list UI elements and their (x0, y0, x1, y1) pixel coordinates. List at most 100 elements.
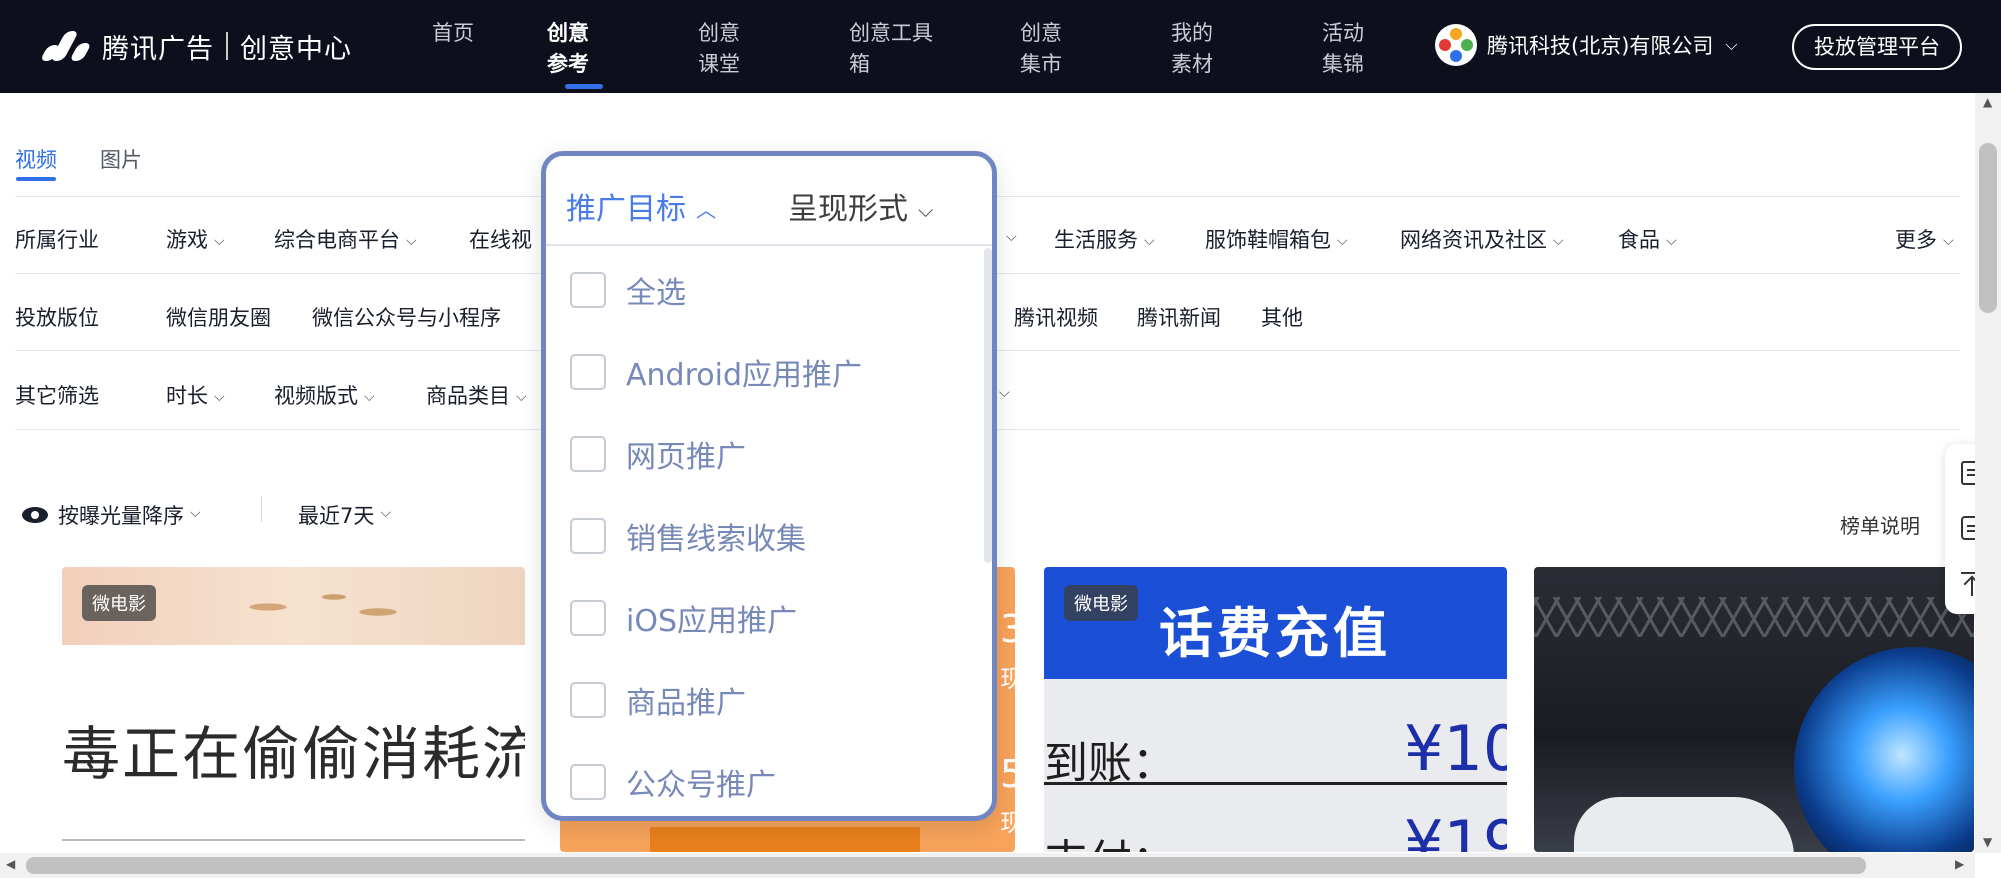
filter-product-category[interactable]: 商品类目 ⌵ (426, 380, 527, 410)
horizontal-scrollbar[interactable]: ◀ ▶ (0, 853, 1975, 878)
org-switcher[interactable]: 腾讯科技(北京)有限公司 ⌵ (1435, 24, 1738, 66)
option-sales-leads[interactable]: 销售线索收集 (570, 514, 806, 558)
nav-my-assets[interactable]: 我的素材 (1171, 18, 1233, 80)
option-official-account[interactable]: 公众号推广 (570, 760, 776, 804)
tab-label: 推广目标 (566, 192, 686, 227)
tab-presentation-form[interactable]: 呈现形式 ⌵ (788, 184, 933, 228)
option-android-app[interactable]: Android应用推广 (570, 350, 862, 394)
filter-online-video[interactable]: 在线视 (469, 224, 532, 254)
chevron-up-icon: ︿ (696, 198, 716, 222)
card-price: ¥19 (1404, 807, 1507, 852)
filter-apparel[interactable]: 服饰鞋帽箱包 ⌵ (1205, 224, 1348, 254)
logo-mark-icon (36, 29, 94, 63)
chevron-down-icon: ⌵ (1943, 233, 1954, 249)
brand-name: 腾讯广告 (102, 33, 214, 65)
creative-card[interactable]: 微电影 毒正在偷偷消耗流量 (62, 567, 525, 852)
dropdown-scrollbar[interactable] (984, 248, 992, 563)
option-select-all[interactable]: 全选 (570, 268, 686, 312)
date-range-label: 最近7天 (298, 504, 375, 528)
sort-order-dropdown[interactable]: 按曝光量降序 ⌵ (22, 500, 201, 530)
creative-card[interactable] (1534, 567, 1974, 852)
nav-home[interactable]: 首页 (432, 18, 494, 49)
nav-creative-market[interactable]: 创意集市 (1020, 18, 1082, 80)
scrollbar-thumb[interactable] (1979, 143, 1997, 313)
filter-life-services[interactable]: 生活服务 ⌵ (1054, 224, 1155, 254)
filter-wechat-official[interactable]: 微信公众号与小程序 (312, 302, 501, 332)
chevron-down-icon: ⌵ (1337, 233, 1348, 249)
checkbox[interactable] (570, 764, 606, 800)
chevron-down-icon: ⌵ (1725, 35, 1738, 54)
option-label: 网页推广 (626, 440, 746, 475)
checkbox[interactable] (570, 272, 606, 308)
option-web-page[interactable]: 网页推广 (570, 432, 746, 476)
card-thumbnail (1534, 597, 1974, 637)
chevron-down-icon: ⌵ (214, 233, 225, 249)
ranking-info-link[interactable]: 榜单说明 (1840, 510, 1920, 539)
checkbox[interactable] (570, 436, 606, 472)
scroll-right-icon[interactable]: ▶ (1955, 857, 1964, 871)
checkbox[interactable] (570, 354, 606, 390)
chevron-down-icon: ⌵ (214, 389, 225, 405)
nav-creative-toolbox[interactable]: 创意工具箱 (849, 18, 945, 80)
filter-tencent-video[interactable]: 腾讯视频 (1014, 302, 1098, 332)
option-product[interactable]: 商品推广 (570, 678, 746, 722)
date-range-dropdown[interactable]: 最近7天 ⌵ (298, 500, 391, 530)
card-badge: 微电影 (82, 585, 156, 621)
scroll-down-icon[interactable]: ▼ (1983, 835, 1992, 849)
card-side-text: 3 (1000, 607, 1015, 651)
filter-video-format[interactable]: 视频版式 ⌵ (274, 380, 375, 410)
filter-other-placement[interactable]: 其他 (1261, 302, 1303, 332)
nav-creative-reference[interactable]: 创意参考 (547, 18, 609, 80)
checkbox[interactable] (570, 682, 606, 718)
tab-active-indicator (16, 177, 56, 181)
option-label: 商品推广 (626, 686, 746, 721)
chevron-down-icon: ⌵ (1006, 229, 1017, 245)
filter-label: 生活服务 (1054, 228, 1138, 252)
filter-label: 综合电商平台 (274, 228, 400, 252)
filter-food[interactable]: 食品 ⌵ (1618, 224, 1677, 254)
filter-games[interactable]: 游戏 ⌵ (166, 224, 225, 254)
option-label: 销售线索收集 (626, 522, 806, 557)
chevron-down-icon: ⌵ (406, 233, 417, 249)
option-ios-app[interactable]: iOS应用推广 (570, 596, 797, 640)
filter-label: 商品类目 (426, 384, 510, 408)
filter-dropdown-panel: 推广目标 ︿ 呈现形式 ⌵ 全选 Android应用推广 网页推广 销售线索收集 i… (541, 151, 997, 821)
scroll-up-icon[interactable]: ▲ (1983, 95, 1992, 109)
creative-card[interactable]: 话费充值 微电影 到账： ¥10 支付： ¥19 (1044, 567, 1507, 852)
other-filter-label: 其它筛选 (15, 384, 99, 408)
tab-promotion-goal[interactable]: 推广目标 ︿ (566, 184, 716, 228)
scrollbar-thumb[interactable] (26, 857, 1866, 874)
filter-news-community[interactable]: 网络资讯及社区 ⌵ (1400, 224, 1564, 254)
tab-image[interactable]: 图片 (100, 144, 142, 174)
nav-creative-classroom[interactable]: 创意课堂 (698, 18, 760, 80)
org-avatar (1435, 24, 1477, 66)
filter-wechat-moments[interactable]: 微信朋友圈 (166, 302, 271, 332)
filter-more[interactable]: 更多 ⌵ (1895, 224, 1954, 254)
filter-hidden-chevron[interactable]: ⌵ (1000, 224, 1017, 248)
vertical-scrollbar[interactable]: ▲ ▼ (1975, 93, 2001, 853)
filter-duration[interactable]: 时长 ⌵ (166, 380, 225, 410)
checkbox[interactable] (570, 600, 606, 636)
chevron-down-icon: ⌵ (364, 389, 375, 405)
checkbox[interactable] (570, 518, 606, 554)
filter-tencent-news[interactable]: 腾讯新闻 (1137, 302, 1221, 332)
filter-label: 食品 (1618, 228, 1660, 252)
ad-management-button[interactable]: 投放管理平台 (1792, 24, 1962, 70)
option-label: 全选 (626, 276, 686, 311)
chevron-down-icon: ⌵ (1666, 233, 1677, 249)
chevron-down-icon: ⌵ (999, 385, 1010, 401)
filter-ecommerce[interactable]: 综合电商平台 ⌵ (274, 224, 417, 254)
placement-filter-label: 投放版位 (15, 306, 99, 330)
scroll-left-icon[interactable]: ◀ (6, 857, 15, 871)
card-side-text: 现 (1000, 809, 1015, 837)
divider (62, 839, 525, 841)
nav-active-indicator (565, 84, 603, 89)
tencent-ads-logo[interactable]: 腾讯广告 创意中心 (36, 26, 352, 66)
nav-events[interactable]: 活动集锦 (1322, 18, 1384, 80)
org-name: 腾讯科技(北京)有限公司 (1487, 34, 1714, 58)
card-thumbnail (650, 827, 920, 852)
option-label: 公众号推广 (626, 768, 776, 803)
eye-icon (22, 507, 48, 523)
tab-video[interactable]: 视频 (15, 144, 57, 174)
filter-label: 在线视 (469, 228, 532, 252)
